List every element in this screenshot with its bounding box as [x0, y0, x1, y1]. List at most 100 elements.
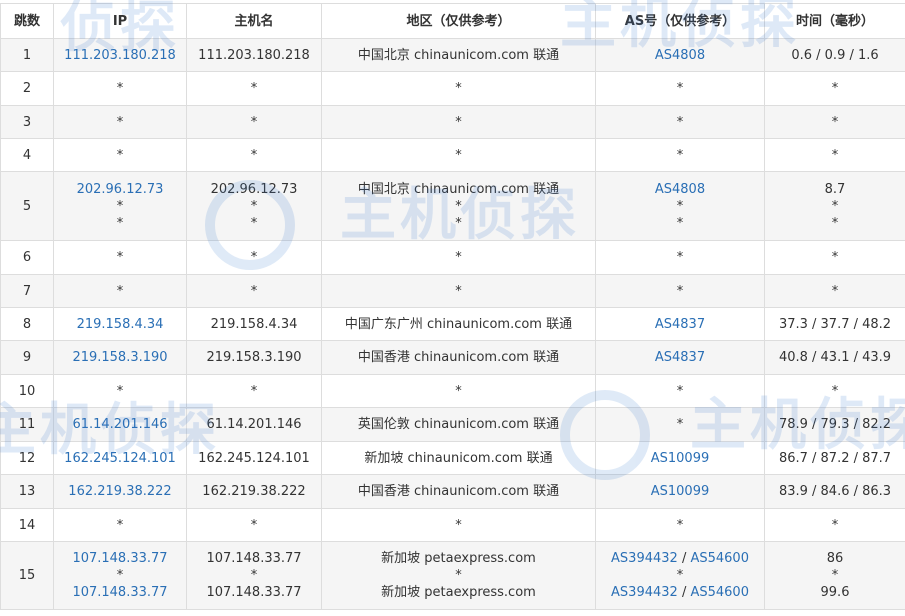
as-link[interactable]: AS4808 [655, 182, 705, 197]
as-link[interactable]: AS4808 [655, 48, 705, 63]
hop-cell: 14 [0, 508, 54, 542]
as-value: * [676, 147, 684, 163]
time-line: 86.7 / 87.2 / 87.7 [778, 450, 892, 466]
ip-link[interactable]: 219.158.4.34 [56, 316, 184, 333]
ip-cell: 162.219.38.222 [53, 474, 187, 509]
region-cell-line: 中国广东广州 chinaunicom.com 联通 [344, 316, 573, 332]
host-cell: 61.14.201.146 [186, 407, 322, 442]
region-cell: * [321, 240, 596, 275]
table-row: 11 61.14.201.146 61.14.201.146 英国伦敦 chinaun… [0, 407, 905, 442]
time-line: * [831, 114, 839, 130]
host-cell-line: * [250, 283, 258, 299]
table-row: 12 162.245.124.101 162.245.124.101 新加坡 chin… [0, 441, 905, 475]
hop-cell: 10 [0, 374, 54, 408]
ip-link[interactable]: 162.245.124.101 [56, 450, 184, 467]
region-cell-line: * [455, 283, 462, 299]
host-cell: * [186, 508, 322, 542]
as-link[interactable]: AS54600 [690, 585, 749, 600]
region-cell: 中国广东广州 chinaunicom.com 联通 [321, 307, 596, 341]
as-cell: * [595, 240, 765, 275]
hop-cell: 7 [0, 274, 54, 308]
region-cell-line: * [455, 568, 462, 583]
as-link[interactable]: AS4837 [655, 350, 705, 365]
as-separator: / [677, 585, 691, 600]
region-cell-line: 英国伦敦 chinaunicom.com 联通 [357, 417, 560, 432]
as-line: * [598, 383, 762, 400]
ip-link[interactable]: 219.158.3.190 [56, 349, 184, 366]
time-line: 0.6 / 0.9 / 1.6 [791, 47, 879, 63]
as-cell: AS10099 [595, 441, 765, 475]
ip-link[interactable]: 107.148.33.77 [56, 584, 184, 601]
region-cell: 中国香港 chinaunicom.com 联通 [321, 340, 596, 375]
time-cell: * [764, 508, 905, 542]
host-cell-line: 107.148.33.77 [206, 585, 302, 600]
as-link[interactable]: AS4837 [655, 317, 705, 332]
as-link[interactable]: AS10099 [651, 484, 710, 499]
as-line: AS394432 / AS54600 [598, 550, 762, 567]
region-cell-line: * [455, 250, 462, 265]
region-cell: * [321, 105, 596, 139]
time-line: 40.8 / 43.1 / 43.9 [778, 350, 892, 365]
as-cell: AS4837 [595, 340, 765, 375]
ip-link[interactable]: 107.148.33.77 [56, 550, 184, 567]
time-cell: 83.9 / 84.6 / 86.3 [764, 474, 905, 509]
host-cell-line: * [250, 147, 258, 163]
ip-cell-line: * [116, 383, 124, 399]
ip-cell-line: * [116, 114, 124, 130]
time-line: 8.7 [824, 181, 846, 197]
as-value: * [676, 383, 684, 399]
ip-link[interactable]: 111.203.180.218 [56, 47, 184, 64]
table-row: 6 * * * * * [0, 240, 905, 275]
as-link[interactable]: AS10099 [651, 451, 710, 466]
region-cell-line: * [455, 198, 462, 214]
region-cell: 中国北京 chinaunicom.com 联通 * * [321, 171, 596, 241]
header-ip: IP [53, 3, 187, 39]
hop-cell: 2 [0, 71, 54, 106]
hop-cell: 11 [0, 407, 54, 442]
host-cell-line: 162.245.124.101 [198, 450, 310, 466]
ip-cell-line: * [116, 283, 124, 299]
as-link[interactable]: AS394432 [611, 551, 678, 566]
as-separator: / [677, 551, 691, 566]
ip-link[interactable]: 61.14.201.146 [56, 416, 184, 433]
hop-cell: 6 [0, 240, 54, 275]
time-cell: 86.7 / 87.2 / 87.7 [764, 441, 905, 475]
as-link[interactable]: AS394432 [611, 585, 678, 600]
as-line: AS10099 [598, 483, 762, 500]
ip-link[interactable]: 162.219.38.222 [56, 483, 184, 500]
ip-cell: * [53, 138, 187, 172]
as-link[interactable]: AS54600 [690, 551, 749, 566]
ip-cell-line: * [116, 215, 124, 231]
time-cell: * [764, 274, 905, 308]
time-line: * [831, 568, 839, 583]
host-cell: * [186, 105, 322, 139]
ip-cell: 219.158.3.190 [53, 340, 187, 375]
time-cell: * [764, 240, 905, 275]
region-cell-line: 新加坡 petaexpress.com [381, 585, 536, 600]
host-cell-line: * [250, 517, 258, 533]
region-cell: 新加坡 petaexpress.com * 新加坡 petaexpress.com [321, 541, 596, 610]
host-cell-line: 61.14.201.146 [206, 417, 302, 432]
ip-cell-line: * [116, 147, 124, 163]
region-cell: 英国伦敦 chinaunicom.com 联通 [321, 407, 596, 442]
host-cell: 219.158.4.34 [186, 307, 322, 341]
ip-link[interactable]: 202.96.12.73 [56, 181, 184, 198]
as-value: * [676, 250, 684, 265]
as-line: * [598, 249, 762, 266]
region-cell: * [321, 138, 596, 172]
region-cell: * [321, 508, 596, 542]
header-hop: 跳数 [0, 3, 54, 39]
table-row: 9 219.158.3.190 219.158.3.190 中国香港 chinauni… [0, 340, 905, 375]
as-cell: * [595, 374, 765, 408]
host-cell-line: * [250, 383, 258, 399]
time-line: 78.9 / 79.3 / 82.2 [778, 417, 892, 432]
host-cell: * [186, 71, 322, 106]
host-cell: * [186, 374, 322, 408]
host-cell-line: 111.203.180.218 [198, 47, 310, 63]
host-cell-line: * [250, 215, 258, 231]
as-value: * [676, 568, 684, 583]
time-line: * [831, 517, 839, 533]
time-cell: * [764, 138, 905, 172]
time-line: 99.6 [820, 585, 850, 600]
ip-cell: * [53, 240, 187, 275]
